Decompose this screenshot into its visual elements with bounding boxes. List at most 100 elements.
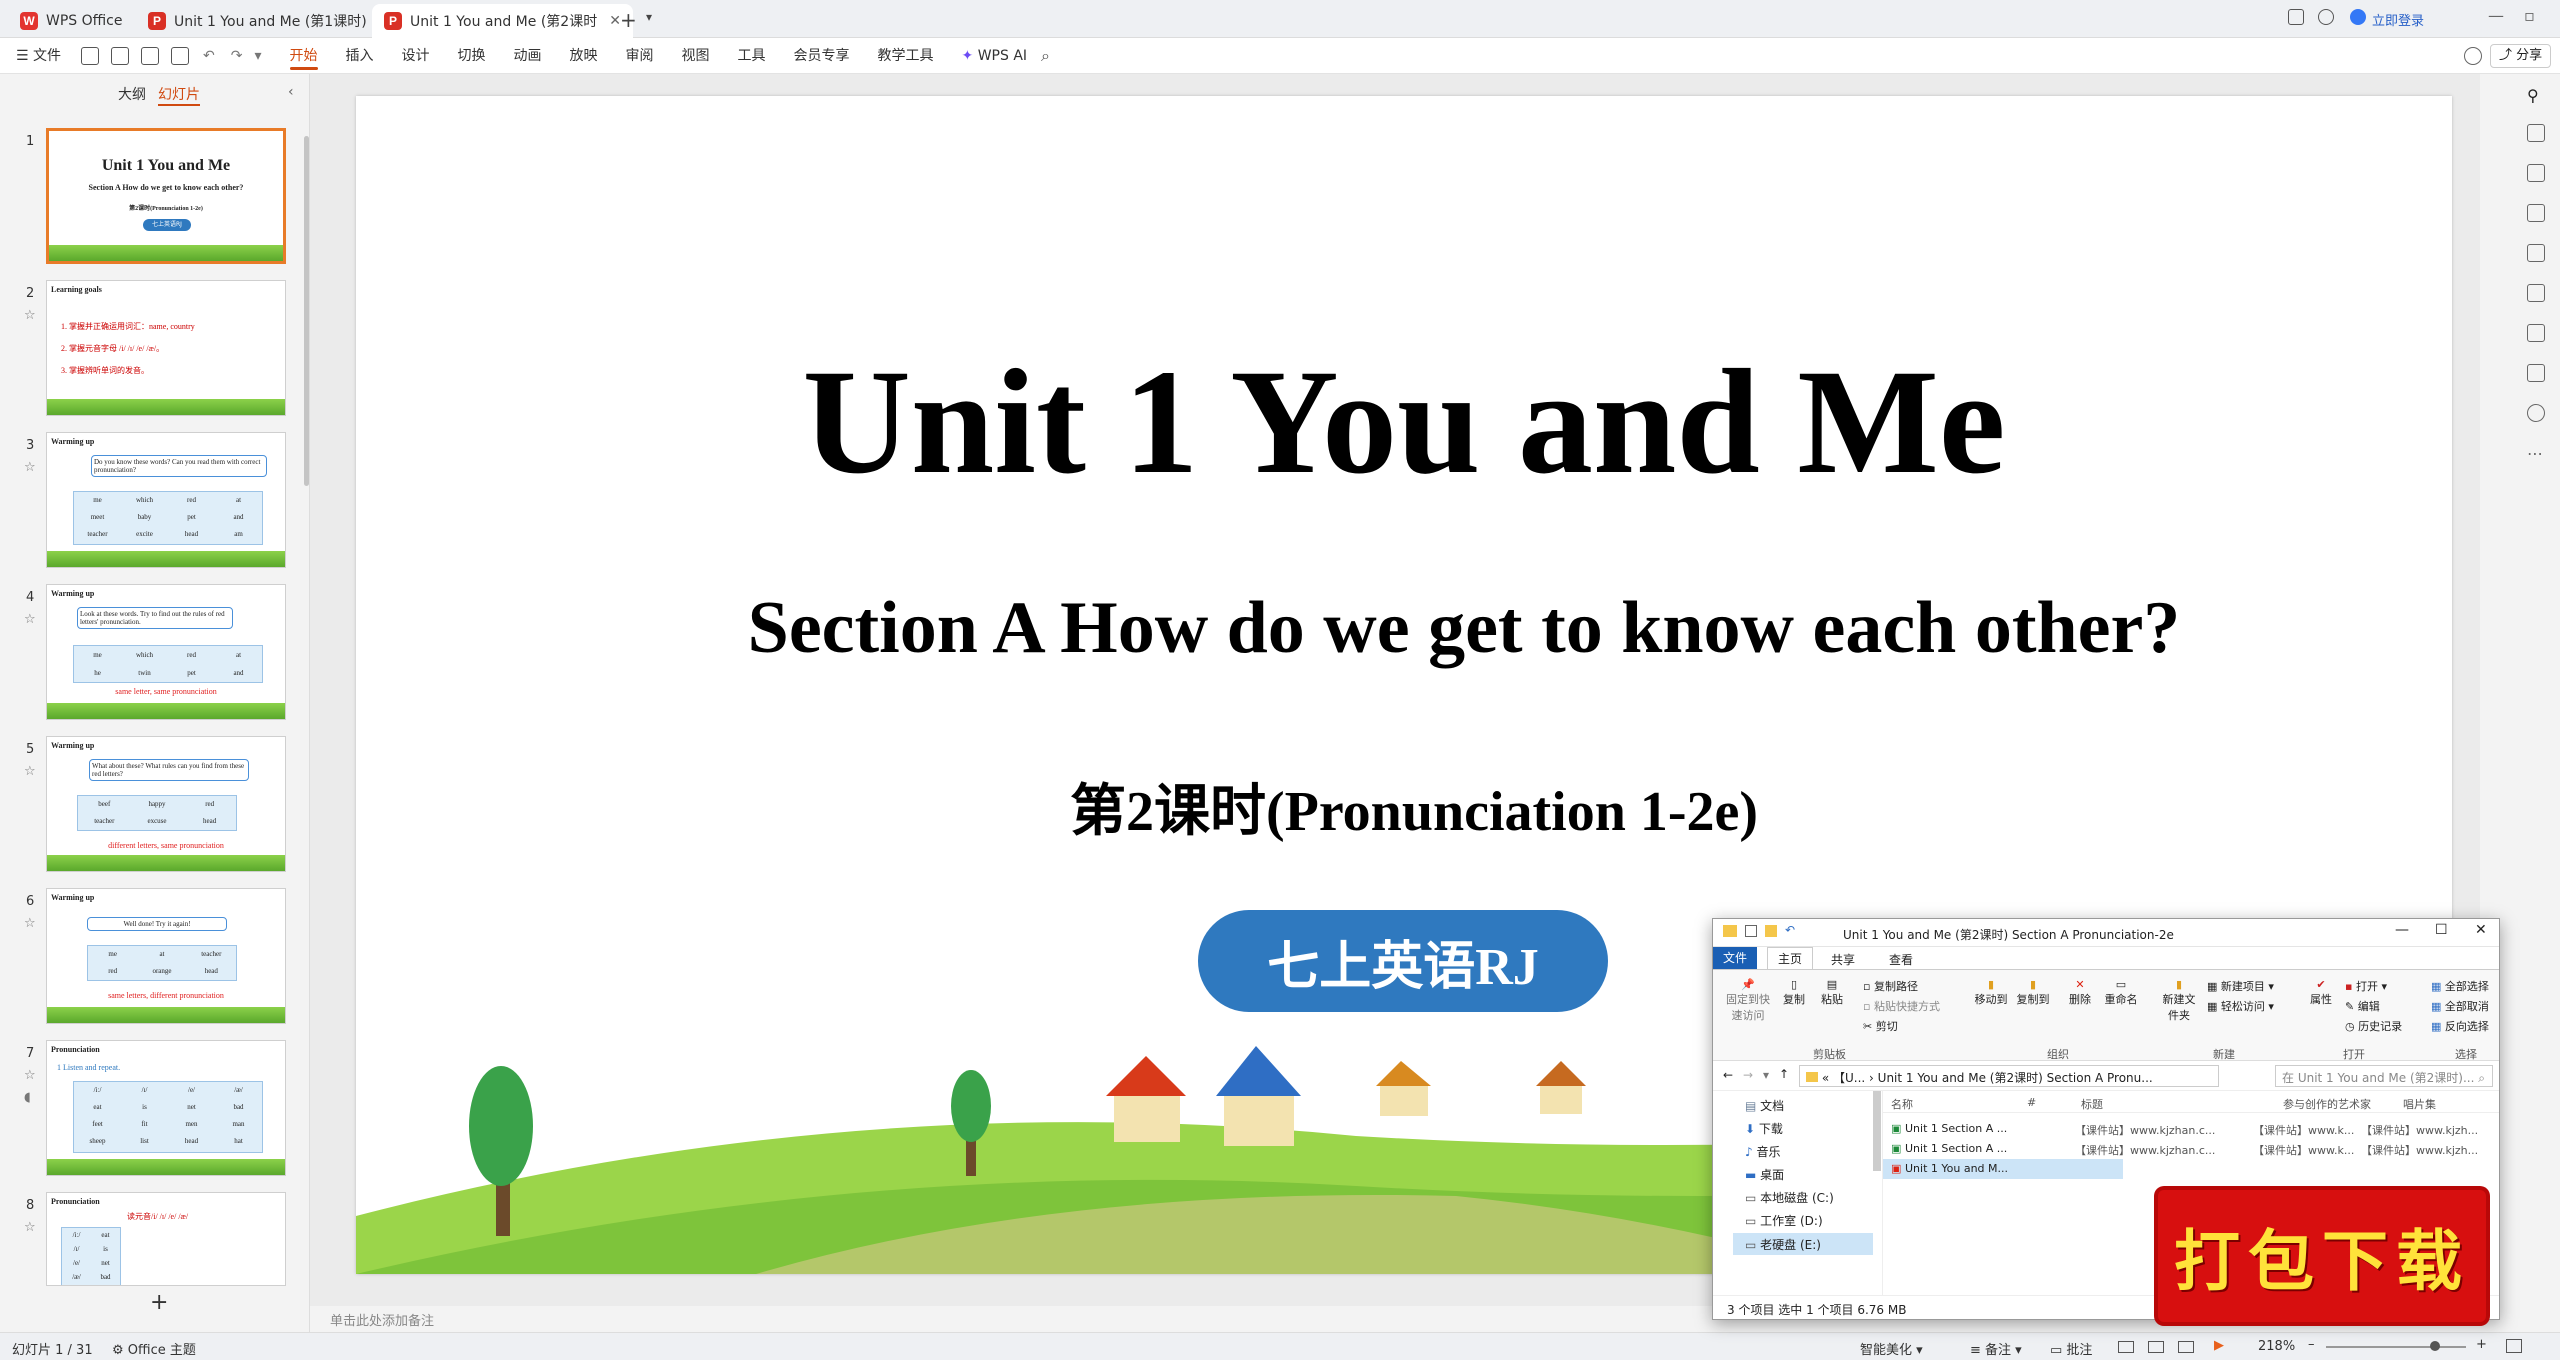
slide-thumbnail-3[interactable]: Warming up Do you know these words? Can … xyxy=(46,432,286,568)
tab-tools[interactable]: 工具 xyxy=(724,38,780,74)
tab-design[interactable]: 设计 xyxy=(388,38,444,74)
star-icon[interactable]: ☆ xyxy=(24,308,36,323)
reading-view-icon[interactable] xyxy=(2178,1341,2194,1353)
copy-path-button[interactable]: ▫ 复制路径 xyxy=(1863,978,1918,994)
slide-thumbnail-4[interactable]: Warming up Look at these words. Try to f… xyxy=(46,584,286,720)
new-folder-icon[interactable] xyxy=(1765,925,1777,937)
move-to-button[interactable]: ▮ 移动到 xyxy=(1971,978,2011,1007)
beautify-button[interactable]: 智能美化 ▾ xyxy=(1860,1339,1923,1358)
star-icon[interactable]: ☆ xyxy=(24,460,36,475)
column-name[interactable]: 名称 xyxy=(1891,1096,1913,1112)
play-icon[interactable]: ▶ xyxy=(2214,1338,2224,1353)
share-icon[interactable] xyxy=(2527,364,2545,382)
star-icon[interactable] xyxy=(2527,164,2545,182)
tab-insert[interactable]: 插入 xyxy=(332,38,388,74)
copy-button[interactable]: ▯ 复制 xyxy=(1777,978,1811,1007)
notes-placeholder[interactable]: 单击此处添加备注 xyxy=(310,1306,1710,1332)
back-icon[interactable]: ← xyxy=(1723,1068,1733,1082)
search-icon[interactable]: ⌕ xyxy=(1041,46,1050,66)
search-box[interactable]: 在 Unit 1 You and Me (第2课时)... ⌕ xyxy=(2275,1065,2493,1087)
nav-item-drive-e[interactable]: ▭ 老硬盘 (E:) xyxy=(1733,1233,1873,1255)
nav-item-music[interactable]: ♪ 音乐 xyxy=(1745,1143,1781,1160)
wps-ai-button[interactable]: ✦ WPS AI xyxy=(948,38,1042,74)
scrollbar[interactable] xyxy=(304,136,309,486)
tab-wps-home[interactable]: W WPS Office xyxy=(8,4,135,38)
column-album[interactable]: 唱片集 xyxy=(2403,1096,2436,1112)
properties-button[interactable]: ✔ 属性 xyxy=(2303,978,2339,1007)
star-icon[interactable]: ☆ xyxy=(24,1068,36,1083)
redo-icon[interactable]: ↷ xyxy=(231,48,243,64)
save-icon[interactable] xyxy=(81,46,100,65)
pin-button[interactable]: 📌 固定到快速访问 xyxy=(1723,978,1773,1023)
minimize-icon[interactable]: — xyxy=(2395,922,2409,938)
more-icon[interactable]: ⋯ xyxy=(2527,444,2545,463)
nav-scrollbar[interactable] xyxy=(1873,1091,1881,1171)
slide-thumbnail-5[interactable]: Warming up What about these? What rules … xyxy=(46,736,286,872)
star-icon[interactable]: ☆ xyxy=(24,764,36,779)
table-row[interactable]: ▣ Unit 1 Section A ... 【课件站】www.kjzhan.c… xyxy=(1883,1119,2499,1139)
tab-home[interactable]: 主页 xyxy=(1767,947,1813,969)
rename-button[interactable]: ▭ 重命名 xyxy=(2101,978,2141,1007)
share-button[interactable]: ⤴ 分享 xyxy=(2490,44,2552,68)
copy-icon[interactable] xyxy=(2527,204,2545,222)
slide-thumbnail-6[interactable]: Warming up Well done! Try it again! me at… xyxy=(46,888,286,1024)
maximize-icon[interactable]: ☐ xyxy=(2435,922,2448,938)
zoom-thumb[interactable] xyxy=(2430,1341,2440,1351)
nav-item-drive-d[interactable]: ▭ 工作室 (D:) xyxy=(1745,1212,1823,1229)
tab-slideshow[interactable]: 放映 xyxy=(556,38,612,74)
history-button[interactable]: ◷ 历史记录 xyxy=(2345,1018,2402,1034)
cut-button[interactable]: ✂ 剪切 xyxy=(1863,1018,1898,1034)
box-icon[interactable] xyxy=(2318,9,2334,25)
slide-title[interactable]: Unit 1 You and Me xyxy=(356,336,2452,508)
zoom-out-icon[interactable]: – xyxy=(2308,1337,2315,1352)
forward-icon[interactable]: → xyxy=(1743,1068,1753,1082)
sound-icon[interactable]: ◖ xyxy=(24,1090,31,1105)
zoom-level[interactable]: 218% xyxy=(2258,1339,2295,1354)
easy-access-button[interactable]: ▦ 轻松访问 ▾ xyxy=(2207,998,2274,1014)
tab-teaching-tools[interactable]: 教学工具 xyxy=(864,38,948,74)
edit-button[interactable]: ✎ 编辑 xyxy=(2345,998,2380,1014)
layers-icon[interactable] xyxy=(2527,124,2545,142)
image-icon[interactable] xyxy=(2527,244,2545,262)
paste-shortcut-button[interactable]: ▫ 粘贴快捷方式 xyxy=(1863,998,1940,1014)
chevron-down-icon[interactable]: ▾ xyxy=(646,10,652,24)
column-number[interactable]: # xyxy=(2027,1096,2036,1109)
undo-icon[interactable]: ↶ xyxy=(203,48,215,64)
document-icon[interactable] xyxy=(2527,324,2545,342)
new-tab-icon[interactable]: + xyxy=(620,8,637,32)
slide-lesson[interactable]: 第2课时(Pronunciation 1-2e) xyxy=(356,766,2452,847)
slide-thumbnail-1[interactable]: Unit 1 You and Me Section A How do we ge… xyxy=(46,128,286,264)
grid-view-icon[interactable] xyxy=(2148,1341,2164,1353)
tab-view[interactable]: 查看 xyxy=(1889,951,1913,968)
tab-outline[interactable]: 大纲 xyxy=(118,84,146,104)
add-slide-button[interactable]: + xyxy=(150,1290,168,1315)
undo-icon[interactable]: ↶ xyxy=(1785,923,1795,937)
cloud-icon[interactable] xyxy=(2464,47,2482,65)
slide-badge[interactable]: 七上英语RJ xyxy=(1198,910,1608,1012)
comments-button[interactable]: ▭ 批注 xyxy=(2050,1339,2092,1358)
maximize-icon[interactable]: ▫ xyxy=(2524,6,2535,25)
slide-thumbnail-8[interactable]: Pronunciation 读元音/i/ /ɪ/ /e/ /æ/ /iː/eat… xyxy=(46,1192,286,1286)
tab-slides[interactable]: 幻灯片 xyxy=(158,84,200,106)
properties-icon[interactable] xyxy=(1745,925,1757,937)
tab-document-2[interactable]: P Unit 1 You and Me (第2课时 ✕ xyxy=(372,4,633,38)
help-icon[interactable] xyxy=(2527,404,2545,422)
open-button[interactable]: ▪ 打开 ▾ xyxy=(2345,978,2387,994)
tab-review[interactable]: 审阅 xyxy=(612,38,668,74)
login-link[interactable]: 立即登录 xyxy=(2372,10,2424,29)
export-icon[interactable] xyxy=(111,46,130,65)
tab-animation[interactable]: 动画 xyxy=(500,38,556,74)
delete-button[interactable]: ✕ 删除 xyxy=(2063,978,2097,1007)
tab-share[interactable]: 共享 xyxy=(1831,951,1855,968)
notes-button[interactable]: ≡ 备注 ▾ xyxy=(1970,1339,2022,1358)
star-icon[interactable]: ☆ xyxy=(24,612,36,627)
zoom-in-icon[interactable]: + xyxy=(2476,1337,2487,1352)
zoom-slider[interactable] xyxy=(2326,1346,2466,1348)
nav-item-drive-c[interactable]: ▭ 本地磁盘 (C:) xyxy=(1745,1189,1834,1206)
column-title[interactable]: 标题 xyxy=(2081,1096,2103,1112)
nav-item-documents[interactable]: ▤ 文档 xyxy=(1745,1097,1784,1114)
print-icon[interactable] xyxy=(141,46,160,65)
star-icon[interactable]: ☆ xyxy=(24,1220,36,1235)
fit-window-icon[interactable] xyxy=(2506,1339,2522,1353)
file-menu[interactable]: ☰ 文件 xyxy=(0,38,75,74)
